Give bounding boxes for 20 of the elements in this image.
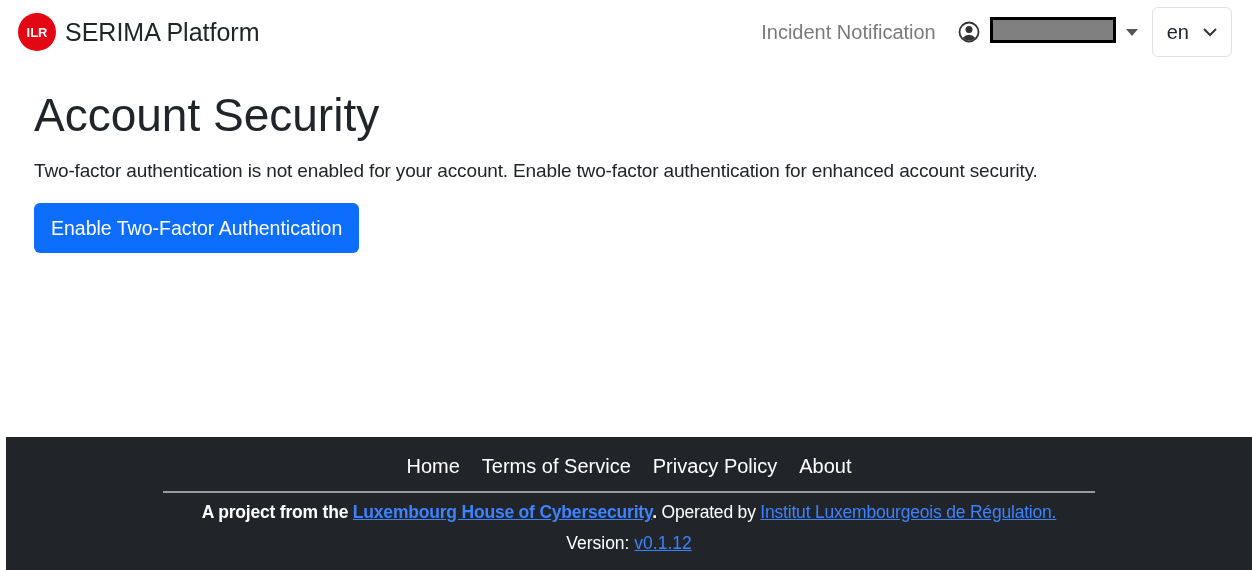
footer-link[interactable]: About bbox=[799, 454, 852, 478]
caret-icon[interactable] bbox=[1125, 28, 1138, 36]
brand-name[interactable]: SERIMA Platform bbox=[65, 17, 260, 47]
language-select[interactable]: en bbox=[1151, 7, 1232, 57]
page-title: Account Security bbox=[34, 88, 381, 143]
credit-link[interactable]: Luxembourg House of Cybersecurity bbox=[352, 502, 653, 522]
credit-text: A project from the Luxembourg House of Cybersecurity. Operated by Institut Luxembourgeois de Régulation. bbox=[201, 501, 1057, 524]
footer-link[interactable]: Home bbox=[406, 454, 460, 478]
version-link[interactable]: v0.1.12 bbox=[634, 533, 692, 553]
logo-icon: ILR bbox=[18, 13, 56, 51]
redaction-block[interactable] bbox=[989, 17, 1116, 43]
footer-link[interactable]: Privacy Policy bbox=[652, 454, 778, 478]
security-message: Two-factor authentication is not enabled for your account. Enable two-factor authentication for enhanced account security. bbox=[34, 159, 1039, 183]
footer-link[interactable]: Terms of Service bbox=[481, 454, 631, 478]
nav-link[interactable]: Incident Notification bbox=[761, 20, 936, 43]
version-text: Version: v0.1.12 bbox=[566, 532, 692, 555]
credit-link[interactable]: Institut Luxembourgeois de Régulation. bbox=[760, 502, 1057, 522]
chevron-down-icon bbox=[1203, 27, 1217, 37]
enable-2fa-button[interactable]: Enable Two-Factor Authentication bbox=[34, 203, 360, 253]
user-circle-icon bbox=[957, 21, 980, 43]
